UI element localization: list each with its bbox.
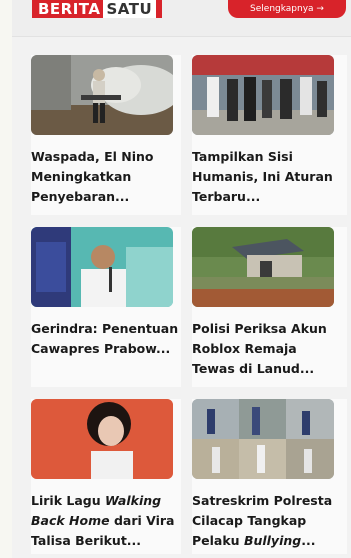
site-logo[interactable]: BERITA SATU	[32, 0, 163, 18]
article-card[interactable]: Tampilkan Sisi Humanis, Ini Aturan Terba…	[192, 55, 347, 215]
left-margin	[0, 0, 12, 558]
site-header: BERITA SATU Selengkapnya →	[12, 0, 351, 37]
article-title[interactable]: Waspada, El Nino Meningkatkan Penyebaran…	[31, 147, 181, 207]
article-title[interactable]: Polisi Periksa Akun Roblox Remaja Tewas …	[192, 319, 342, 379]
article-thumbnail[interactable]	[192, 227, 334, 307]
article-card[interactable]: Satreskrim Polresta Cilacap Tangkap Pela…	[192, 399, 347, 554]
article-card[interactable]: Gerindra: Penentuan Cawapres Prabow...	[31, 227, 181, 387]
article-card[interactable]: Lirik Lagu Walking Back Home dari Vira T…	[31, 399, 181, 554]
article-thumbnail[interactable]	[31, 399, 173, 479]
article-title[interactable]: Gerindra: Penentuan Cawapres Prabow...	[31, 319, 181, 359]
article-title[interactable]: Satreskrim Polresta Cilacap Tangkap Pela…	[192, 491, 342, 551]
article-thumbnail[interactable]	[31, 55, 173, 135]
logo-text-left: BERITA	[38, 0, 101, 18]
article-card[interactable]: Polisi Periksa Akun Roblox Remaja Tewas …	[192, 227, 347, 387]
more-button[interactable]: Selengkapnya →	[228, 0, 346, 18]
title-text: Lirik Lagu	[31, 493, 105, 508]
title-text: ...	[301, 533, 316, 548]
logo-text-right: SATU	[102, 0, 157, 18]
article-title[interactable]: Tampilkan Sisi Humanis, Ini Aturan Terba…	[192, 147, 342, 207]
article-thumbnail[interactable]	[31, 227, 173, 307]
article-thumbnail[interactable]	[192, 399, 334, 479]
article-title[interactable]: Lirik Lagu Walking Back Home dari Vira T…	[31, 491, 181, 551]
article-thumbnail[interactable]	[192, 55, 334, 135]
title-italic: Bullying	[243, 533, 302, 548]
article-card[interactable]: Waspada, El Nino Meningkatkan Penyebaran…	[31, 55, 181, 215]
